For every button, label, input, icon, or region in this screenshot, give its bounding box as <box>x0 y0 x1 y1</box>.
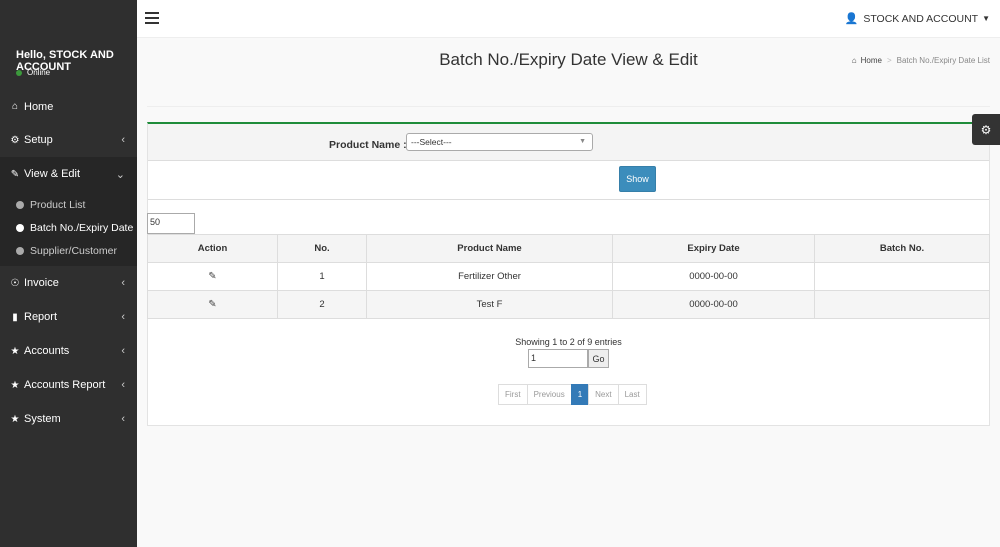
batch-no-cell <box>814 290 990 319</box>
column-header-expiry-date[interactable]: Expiry Date <box>612 234 815 263</box>
submenu-item-label: Batch No./Expiry Date <box>30 221 134 234</box>
chevron-left-icon: ‹ <box>121 379 125 391</box>
chevron-down-icon: ▼ <box>579 138 586 145</box>
breadcrumb-current: Batch No./Expiry Date List <box>896 56 990 65</box>
product-name-cell: Fertilizer Other <box>366 262 613 291</box>
invoice-icon: ☉ <box>10 277 20 289</box>
sidebar-item-label: Home <box>24 100 54 113</box>
column-header-batch-no[interactable]: Batch No. <box>814 234 990 263</box>
goto-page-input[interactable]: 1 <box>528 349 588 368</box>
column-header-action[interactable]: Action <box>147 234 278 263</box>
page-first[interactable]: First <box>498 384 528 405</box>
user-menu-label: STOCK AND ACCOUNT <box>863 12 979 25</box>
star-icon: ★ <box>10 379 20 391</box>
chevron-left-icon: ‹ <box>121 277 125 289</box>
circle-icon <box>16 200 24 209</box>
batch-no-cell <box>814 262 990 291</box>
breadcrumb-separator: > <box>886 56 892 65</box>
edit-icon: ✎ <box>10 168 20 180</box>
select-value: ---Select--- <box>411 137 452 147</box>
table-row: ✎ 1 Fertilizer Other 0000-00-00 <box>147 262 990 291</box>
column-header-product-name[interactable]: Product Name <box>366 234 613 263</box>
user-status: Online <box>16 68 50 77</box>
sidebar-item-label: Accounts Report <box>24 379 106 391</box>
sidebar-item-home[interactable]: ⌂ Home <box>0 90 137 123</box>
sidebar-item-view-edit[interactable]: ✎ View & Edit ⌄ <box>0 157 137 191</box>
entries-per-page-input[interactable]: 50 <box>147 213 195 234</box>
page-1[interactable]: 1 <box>570 384 590 405</box>
product-name-cell: Test F <box>366 290 613 319</box>
show-button[interactable]: Show <box>619 166 656 192</box>
sidebar-item-label: Report <box>24 311 58 323</box>
cogs-icon: ⚙ <box>10 134 20 146</box>
sidebar-item-setup[interactable]: ⚙ Setup ‹ <box>0 123 137 157</box>
expiry-date-cell: 0000-00-00 <box>612 290 815 319</box>
action-cell: ✎ <box>147 262 278 291</box>
no-cell: 2 <box>277 290 367 319</box>
circle-icon <box>16 223 24 232</box>
sidebar-item-accounts[interactable]: ★ Accounts ‹ <box>0 334 137 368</box>
sidebar-menu: ⌂ Home ⚙ Setup ‹ ✎ View & Edit ⌄ Product… <box>0 90 137 436</box>
batch-table: Action No. Product Name Expiry Date Batc… <box>147 234 990 319</box>
page-previous[interactable]: Previous <box>526 384 572 405</box>
hamburger-menu-icon[interactable] <box>145 12 159 24</box>
sidebar-item-label: Invoice <box>24 277 59 289</box>
edit-icon[interactable]: ✎ <box>208 271 216 282</box>
status-label: Online <box>27 68 51 77</box>
breadcrumb-home[interactable]: Home <box>861 56 882 65</box>
sidebar-item-invoice[interactable]: ☉ Invoice ‹ <box>0 266 137 300</box>
table-header-row: Action No. Product Name Expiry Date Batc… <box>147 234 990 263</box>
sidebar-item-accounts-report[interactable]: ★ Accounts Report ‹ <box>0 368 137 402</box>
star-icon: ★ <box>10 345 20 357</box>
submenu-item-product-list[interactable]: Product List <box>0 193 137 216</box>
sidebar-item-label: Accounts <box>24 345 70 357</box>
home-icon: ⌂ <box>11 101 19 112</box>
action-cell: ✎ <box>147 290 278 319</box>
online-dot-icon <box>16 69 22 76</box>
show-row: Show <box>148 161 989 200</box>
file-icon: ▮ <box>12 311 18 323</box>
submenu-item-label: Product List <box>30 198 86 211</box>
sidebar-item-label: View & Edit <box>24 168 81 180</box>
sidebar: Hello, STOCK AND ACCOUNT Online ⌂ Home ⚙… <box>0 0 137 547</box>
table-info: Showing 1 to 2 of 9 entries <box>515 337 622 347</box>
chevron-left-icon: ‹ <box>121 345 125 357</box>
submenu-item-supplier-customer[interactable]: Supplier/Customer <box>0 239 137 262</box>
filter-row: Product Name : ---Select--- ▼ <box>148 124 989 161</box>
chevron-left-icon: ‹ <box>121 311 125 323</box>
user-icon: 👤 <box>844 13 859 25</box>
circle-icon <box>16 246 24 255</box>
sidebar-item-label: Setup <box>24 134 53 146</box>
user-menu[interactable]: 👤 STOCK AND ACCOUNT ▼ <box>844 12 990 26</box>
page-next[interactable]: Next <box>588 384 619 405</box>
sidebar-item-label: System <box>24 413 61 425</box>
divider <box>147 106 990 107</box>
table-row: ✎ 2 Test F 0000-00-00 <box>147 290 990 319</box>
star-icon: ★ <box>10 413 20 425</box>
chevron-left-icon: ‹ <box>121 413 125 425</box>
gear-icon[interactable]: ⚙ <box>972 114 1000 145</box>
edit-icon[interactable]: ✎ <box>208 299 216 310</box>
column-header-no[interactable]: No. <box>277 234 367 263</box>
home-icon: ⌂ <box>851 56 857 65</box>
pagination: First Previous 1 Next Last <box>498 384 647 405</box>
caret-down-icon: ▼ <box>982 14 990 23</box>
submenu-item-batch-expiry[interactable]: Batch No./Expiry Date <box>0 216 137 239</box>
product-name-label: Product Name : <box>329 139 407 151</box>
chevron-left-icon: ‹ <box>121 134 125 146</box>
product-name-select[interactable]: ---Select--- ▼ <box>406 133 593 151</box>
top-navbar: 👤 STOCK AND ACCOUNT ▼ <box>137 0 1000 38</box>
breadcrumb: ⌂ Home > Batch No./Expiry Date List <box>852 56 990 65</box>
page-last[interactable]: Last <box>617 384 647 405</box>
go-button[interactable]: Go <box>588 349 609 368</box>
submenu-item-label: Supplier/Customer <box>30 244 117 257</box>
submenu-view-edit: Product List Batch No./Expiry Date Suppl… <box>0 191 137 266</box>
sidebar-item-report[interactable]: ▮ Report ‹ <box>0 300 137 334</box>
no-cell: 1 <box>277 262 367 291</box>
expiry-date-cell: 0000-00-00 <box>612 262 815 291</box>
chevron-down-icon: ⌄ <box>115 168 125 181</box>
sidebar-item-system[interactable]: ★ System ‹ <box>0 402 137 436</box>
